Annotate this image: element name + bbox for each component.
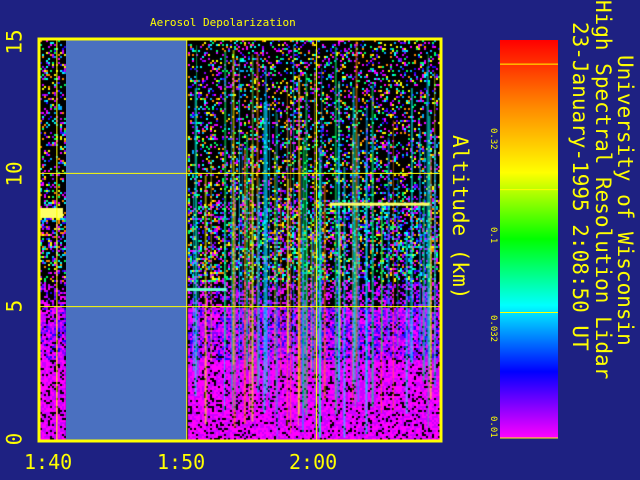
depolarization-plot bbox=[37, 37, 558, 443]
chart-title: Aerosol Depolarization bbox=[150, 16, 296, 29]
lidar-figure: Aerosol Depolarization 0 5 10 15 1:40 1:… bbox=[0, 0, 640, 480]
y-tick-label-10: 10 bbox=[2, 161, 27, 187]
header-timestamp: 23-January-1995 2:08:50 UT bbox=[568, 22, 592, 351]
x-tick-label-140: 1:40 bbox=[24, 450, 73, 474]
colorbar bbox=[500, 40, 558, 438]
y-axis-label: Altitude (km) bbox=[448, 135, 472, 300]
y-tick-label-0: 0 bbox=[2, 432, 27, 446]
y-tick-label-15: 15 bbox=[2, 29, 27, 55]
header-institution: University of Wisconsin bbox=[613, 55, 637, 346]
colorbar-tick-label-0.32: 0.32 bbox=[488, 128, 498, 150]
no-data-region bbox=[65, 40, 187, 440]
x-tick-label-200: 2:00 bbox=[289, 450, 338, 474]
colorbar-tick-label-0.1: 0.1 bbox=[488, 227, 498, 244]
x-tick-label-150: 1:50 bbox=[157, 450, 206, 474]
y-tick-label-5: 5 bbox=[2, 299, 27, 313]
header-instrument: High Spectral Resolution Lidar bbox=[591, 0, 615, 380]
colorbar-tick-label-0.032: 0.032 bbox=[488, 315, 498, 343]
colorbar-tick-label-0.01: 0.01 bbox=[488, 416, 498, 438]
